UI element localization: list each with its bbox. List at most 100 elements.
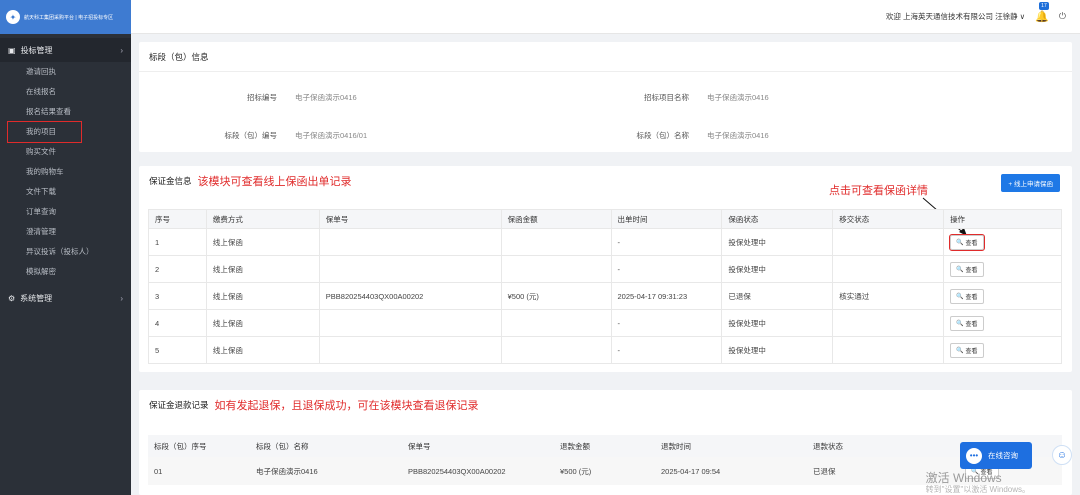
section-title-text: 保证金信息 <box>149 176 192 186</box>
column-header: 保单号 <box>402 435 554 457</box>
label-package-number: 标段（包）编号 <box>224 130 278 140</box>
menu-group-system-management[interactable]: ⚙ 系统管理 › <box>0 286 131 310</box>
view-button[interactable]: 🔍 查看 <box>950 342 984 358</box>
column-header: 退款金额 <box>554 435 655 457</box>
cell: 4 <box>148 309 207 337</box>
cell: ¥500 (元) <box>554 457 655 485</box>
column-header: 序号 <box>148 209 207 229</box>
sidebar: ✦ 航天科工集团采购平台 | 电子招投标专区 ▣ 投标管理 › 邀请回执 在线报… <box>0 0 131 495</box>
bell-icon[interactable]: 🔔 17 <box>1035 2 1049 23</box>
cell: - <box>610 336 723 364</box>
cell <box>500 309 612 337</box>
cell: 01 <box>148 457 250 485</box>
column-header: 保函状态 <box>721 209 834 229</box>
cell: 线上保函 <box>205 255 320 283</box>
sidebar-item-order-query[interactable]: 订单查询 <box>0 202 131 222</box>
cell: 线上保函 <box>205 309 320 337</box>
menu-group-bid-management[interactable]: ▣ 投标管理 › <box>0 38 131 62</box>
sidebar-item-clarification[interactable]: 澄清管理 <box>0 222 131 242</box>
cell: 1 <box>148 228 207 256</box>
sidebar-item-registration-results[interactable]: 报名结果查看 <box>0 102 131 122</box>
cell: 核实通过 <box>832 282 945 310</box>
view-label: 查看 <box>965 240 978 247</box>
cell: 投保处理中 <box>721 228 834 256</box>
cell <box>832 309 945 337</box>
table-row: 4 线上保函 - 投保处理中 🔍 查看 <box>148 309 1062 337</box>
value-project-name: 电子保函演示0416 <box>707 92 769 102</box>
cell: 🔍 查看 <box>943 255 1062 283</box>
value-package-number: 电子保函演示0416/01 <box>295 130 368 140</box>
annotation-view-details: 点击可查看保函详情 <box>829 185 928 197</box>
table-header-row: 标段（包）序号 标段（包）名称 保单号 退款金额 退款时间 退款状态 <box>148 435 1062 457</box>
search-icon: 🔍 <box>956 293 964 300</box>
cell: 2025-04-17 09:31:23 <box>610 282 723 310</box>
top-bar: 欢迎 上海英天通信技术有限公司 汪徐静 ∨ 🔔 17 ⏻ <box>131 0 1080 34</box>
table-row: 1 线上保函 - 投保处理中 🔍 查看 <box>148 228 1062 256</box>
cell <box>318 228 502 256</box>
watermark-line2: 转到"设置"以激活 Windows。 <box>925 485 1030 494</box>
value-package-name: 电子保函演示0416 <box>707 130 769 140</box>
cell: 🔍 查看 <box>943 228 1062 256</box>
sidebar-item-mock-decrypt[interactable]: 模拟解密 <box>0 262 131 282</box>
column-header: 缴费方式 <box>205 209 320 229</box>
windows-watermark: 激活 Windows 转到"设置"以激活 Windows。 <box>926 472 1030 495</box>
sidebar-item-file-download[interactable]: 文件下载 <box>0 182 131 202</box>
cell <box>318 336 502 364</box>
cell: 2025-04-17 09:54 <box>655 457 807 485</box>
chevron-right-icon: › <box>120 45 123 55</box>
view-button[interactable]: 🔍 查看 <box>950 315 984 331</box>
logo-bar[interactable]: ✦ 航天科工集团采购平台 | 电子招投标专区 <box>0 0 131 34</box>
column-header: 出单时间 <box>610 209 723 229</box>
online-consult-button[interactable]: ••• 在线咨询 <box>960 442 1032 469</box>
cell: 🔍 查看 <box>943 309 1062 337</box>
chat-label: 在线咨询 <box>988 451 1018 460</box>
cell <box>500 255 612 283</box>
guarantee-table: 序号 缴费方式 保单号 保函金额 出单时间 保函状态 移交状态 操作 1 线上保函… <box>148 209 1062 364</box>
search-icon: 🔍 <box>956 239 964 246</box>
cell: - <box>610 309 723 337</box>
support-icon[interactable]: ☺ <box>1052 445 1072 465</box>
cell: 已退保 <box>721 282 834 310</box>
cell <box>832 228 945 256</box>
user-menu[interactable]: 欢迎 上海英天通信技术有限公司 汪徐静 ∨ <box>886 11 1025 22</box>
cell <box>832 255 945 283</box>
section-package-info: 标段（包）信息 招标编号 电子保函演示0416 招标项目名称 电子保函演示041… <box>139 42 1072 152</box>
cell <box>318 309 502 337</box>
sidebar-item-cart[interactable]: 我的购物车 <box>0 162 131 182</box>
sidebar-item-purchase-files[interactable]: 购买文件 <box>0 142 131 162</box>
cell: 线上保函 <box>205 336 320 364</box>
chevron-down-icon: ∨ <box>1019 12 1026 21</box>
cell: 🔍 查看 <box>943 282 1062 310</box>
cell: 🔍 查看 <box>943 336 1062 364</box>
table-row: 2 线上保函 - 投保处理中 🔍 查看 <box>148 255 1062 283</box>
value-tender-number: 电子保函演示0416 <box>295 92 357 102</box>
label-project-name: 招标项目名称 <box>644 92 689 102</box>
chat-icon: ••• <box>966 447 982 464</box>
cell: 线上保函 <box>205 228 320 256</box>
watermark-line1: 激活 Windows <box>925 471 1002 485</box>
sidebar-item-online-registration[interactable]: 在线报名 <box>0 82 131 102</box>
table-row: 3 线上保函 PBB820254403QX00A00202 ¥500 (元) 2025-… <box>148 282 1062 310</box>
sidebar-item-my-projects[interactable]: 我的项目 <box>7 121 82 143</box>
cell <box>500 228 612 256</box>
logo-icon: ✦ <box>6 10 20 24</box>
briefcase-icon: ▣ <box>8 45 16 55</box>
table-header-row: 序号 缴费方式 保单号 保函金额 出单时间 保函状态 移交状态 操作 <box>148 209 1062 229</box>
info-row: 招标编号 电子保函演示0416 招标项目名称 电子保函演示0416 <box>139 78 1072 116</box>
cell: PBB820254403QX00A00202 <box>402 457 554 485</box>
cell: 投保处理中 <box>721 336 834 364</box>
logout-icon[interactable]: ⏻ <box>1059 11 1066 22</box>
view-button[interactable]: 🔍 查看 <box>950 288 984 304</box>
table-row: 5 线上保函 - 投保处理中 🔍 查看 <box>148 336 1062 364</box>
view-button[interactable]: 🔍 查看 <box>950 261 984 277</box>
search-icon: 🔍 <box>956 266 964 273</box>
apply-online-guarantee-button[interactable]: + 线上申请保函 <box>1001 174 1060 192</box>
label-package-name: 标段（包）名称 <box>636 130 690 140</box>
cell <box>318 255 502 283</box>
sidebar-item-invitation-receipt[interactable]: 邀请回执 <box>0 62 131 82</box>
cell: 2 <box>148 255 207 283</box>
column-header: 标段（包）序号 <box>148 435 250 457</box>
gear-icon: ⚙ <box>8 293 16 303</box>
view-button[interactable]: 🔍 查看 <box>949 233 985 251</box>
sidebar-item-objection[interactable]: 异议投诉（投标人） <box>0 242 131 262</box>
